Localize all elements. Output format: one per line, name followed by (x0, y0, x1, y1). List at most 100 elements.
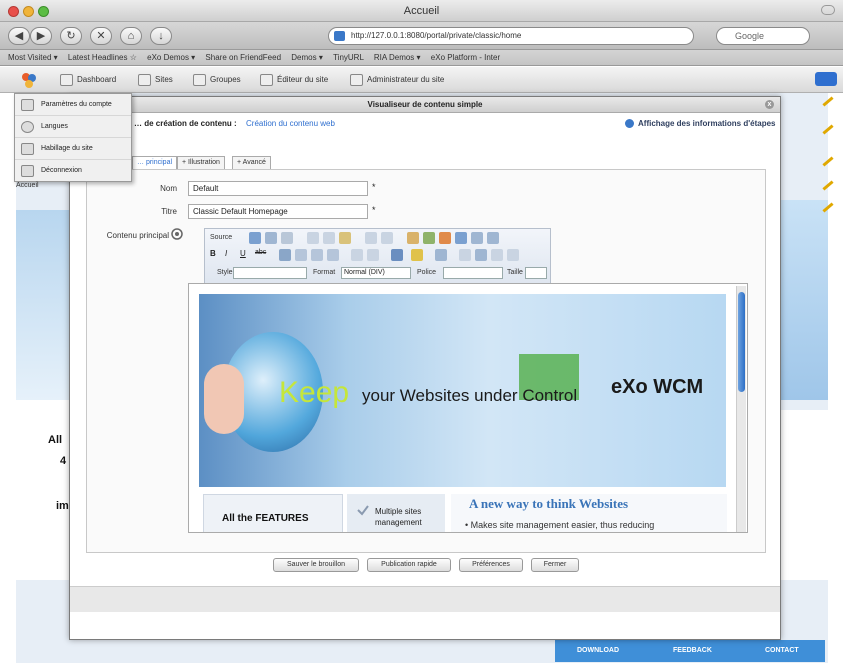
background-footer: DOWNLOAD FEEDBACK CONTACT (555, 640, 825, 662)
step-info-label: Affichage des informations d'étapes (638, 119, 776, 128)
language-flag-icon[interactable] (815, 72, 837, 86)
select-all-icon[interactable] (439, 232, 451, 244)
menu-item-label: Langues (41, 123, 68, 130)
justify-icon[interactable] (327, 249, 339, 261)
tab-illustration[interactable]: + Illustration (177, 156, 225, 169)
dashboard-menu[interactable]: Dashboard (60, 74, 116, 86)
search-input[interactable]: Google (716, 27, 810, 45)
text-color-icon[interactable] (391, 249, 403, 261)
menu-account-settings[interactable]: Paramètres du compte (15, 94, 131, 116)
table-icon[interactable] (471, 232, 483, 244)
bookmark-item[interactable]: eXo Demos ▾ (147, 53, 195, 62)
font-select[interactable] (443, 267, 503, 279)
gear-icon[interactable] (171, 228, 183, 240)
editor-scrollbar[interactable] (736, 286, 746, 532)
editor-content-area[interactable]: Keep your Websites under Control eXo WCM… (188, 283, 748, 533)
stop-icon[interactable]: ✕ (90, 27, 112, 45)
align-right-icon[interactable] (311, 249, 323, 261)
redo-icon[interactable] (381, 232, 393, 244)
font-label: Police (417, 269, 437, 276)
align-left-icon[interactable] (279, 249, 291, 261)
cut-icon[interactable] (307, 232, 319, 244)
save-icon[interactable] (249, 232, 261, 244)
paste-icon[interactable] (339, 232, 351, 244)
title-label: Titre (161, 207, 177, 216)
close-dialog-icon[interactable]: x (765, 100, 774, 109)
bookmark-item[interactable]: TinyURL (333, 53, 364, 62)
footer-download-link[interactable]: DOWNLOAD (577, 647, 619, 654)
background-banner-right (780, 200, 828, 400)
save-draft-button[interactable]: Sauver le brouillon (273, 558, 359, 572)
italic-icon[interactable]: I (225, 249, 237, 261)
scrollbar-thumb[interactable] (738, 292, 745, 392)
numbered-list-icon[interactable] (351, 249, 363, 261)
bookmark-item[interactable]: Share on FriendFeed (205, 53, 281, 62)
site-editor-icon (260, 74, 273, 86)
bulleted-list-icon[interactable] (367, 249, 379, 261)
home-icon[interactable]: ⌂ (120, 27, 142, 45)
underline-icon[interactable]: U (240, 249, 252, 261)
size-select[interactable] (525, 267, 547, 279)
menu-logout[interactable]: Déconnexion (15, 160, 131, 182)
background-panel-right (780, 410, 828, 580)
bookmark-item[interactable]: Latest Headlines ☆ (68, 53, 137, 62)
preview-icon[interactable] (281, 232, 293, 244)
name-field[interactable]: Default (188, 181, 368, 196)
background-text: All (48, 434, 63, 446)
search-placeholder: Google (735, 31, 765, 41)
download-icon[interactable]: ↓ (150, 27, 172, 45)
horizontal-rule-icon[interactable] (459, 249, 471, 261)
bookmark-item[interactable]: Most Visited ▾ (8, 53, 58, 62)
bookmark-item[interactable]: RIA Demos ▾ (374, 53, 421, 62)
user-dropdown-menu: Paramètres du compte Langues Habillage d… (14, 93, 132, 182)
bookmark-item[interactable]: eXo Platform - Inter (431, 53, 500, 62)
find-icon[interactable] (407, 232, 419, 244)
source-button[interactable]: Source (210, 234, 232, 241)
editor-toolbar: Source B I U abc Style Format Normal (DI… (204, 228, 551, 284)
site-editor-menu[interactable]: Éditeur du site (260, 74, 328, 86)
reload-icon[interactable]: ↻ (60, 27, 82, 45)
new-page-icon[interactable] (265, 232, 277, 244)
style-select[interactable] (233, 267, 307, 279)
tab-main[interactable]: … principal (132, 156, 178, 169)
tab-advanced[interactable]: + Avancé (232, 156, 271, 169)
menu-languages[interactable]: Langues (15, 116, 131, 138)
address-bar[interactable]: http://127.0.0.1:8080/portal/private/cla… (328, 27, 694, 45)
site-admin-menu[interactable]: Administrateur du site (350, 74, 444, 86)
title-field[interactable]: Classic Default Homepage (188, 204, 368, 219)
forward-button[interactable]: ▶ (30, 27, 52, 45)
address-url: http://127.0.0.1:8080/portal/private/cla… (351, 31, 522, 40)
back-button[interactable]: ◀ (8, 27, 30, 45)
undo-icon[interactable] (365, 232, 377, 244)
spellcheck-icon[interactable] (455, 232, 467, 244)
step-link-create-content[interactable]: Création du contenu web (246, 119, 335, 128)
anchor-icon[interactable] (507, 249, 519, 261)
flash-icon[interactable] (491, 249, 503, 261)
footer-contact-link[interactable]: CONTACT (765, 647, 799, 654)
exo-logo-icon[interactable] (20, 71, 38, 89)
breadcrumb-home[interactable]: Accueil (16, 182, 39, 189)
close-button[interactable]: Fermer (531, 558, 579, 572)
align-center-icon[interactable] (295, 249, 307, 261)
preferences-button[interactable]: Préférences (459, 558, 523, 572)
step-info-toggle[interactable]: Affichage des informations d'étapes (625, 119, 776, 129)
special-char-icon[interactable] (487, 232, 499, 244)
bg-color-icon[interactable] (411, 249, 423, 261)
image-icon[interactable] (475, 249, 487, 261)
strike-icon[interactable]: abc (255, 249, 267, 261)
sites-menu[interactable]: Sites (138, 74, 173, 86)
bold-icon[interactable]: B (210, 249, 222, 261)
copy-icon[interactable] (323, 232, 335, 244)
logout-icon (21, 165, 34, 177)
link-icon[interactable] (435, 249, 447, 261)
menu-item-label: Déconnexion (41, 167, 82, 174)
menu-site-skin[interactable]: Habillage du site (15, 138, 131, 160)
footer-feedback-link[interactable]: FEEDBACK (673, 647, 712, 654)
quick-publish-button[interactable]: Publication rapide (367, 558, 451, 572)
bookmark-item[interactable]: Demos ▾ (291, 53, 323, 62)
replace-icon[interactable] (423, 232, 435, 244)
format-select[interactable]: Normal (DIV) (341, 267, 411, 279)
toolbar-toggle-button[interactable] (821, 5, 835, 15)
groups-menu[interactable]: Groupes (193, 74, 241, 86)
bookmarks-bar: Most Visited ▾ Latest Headlines ☆ eXo De… (0, 50, 843, 66)
